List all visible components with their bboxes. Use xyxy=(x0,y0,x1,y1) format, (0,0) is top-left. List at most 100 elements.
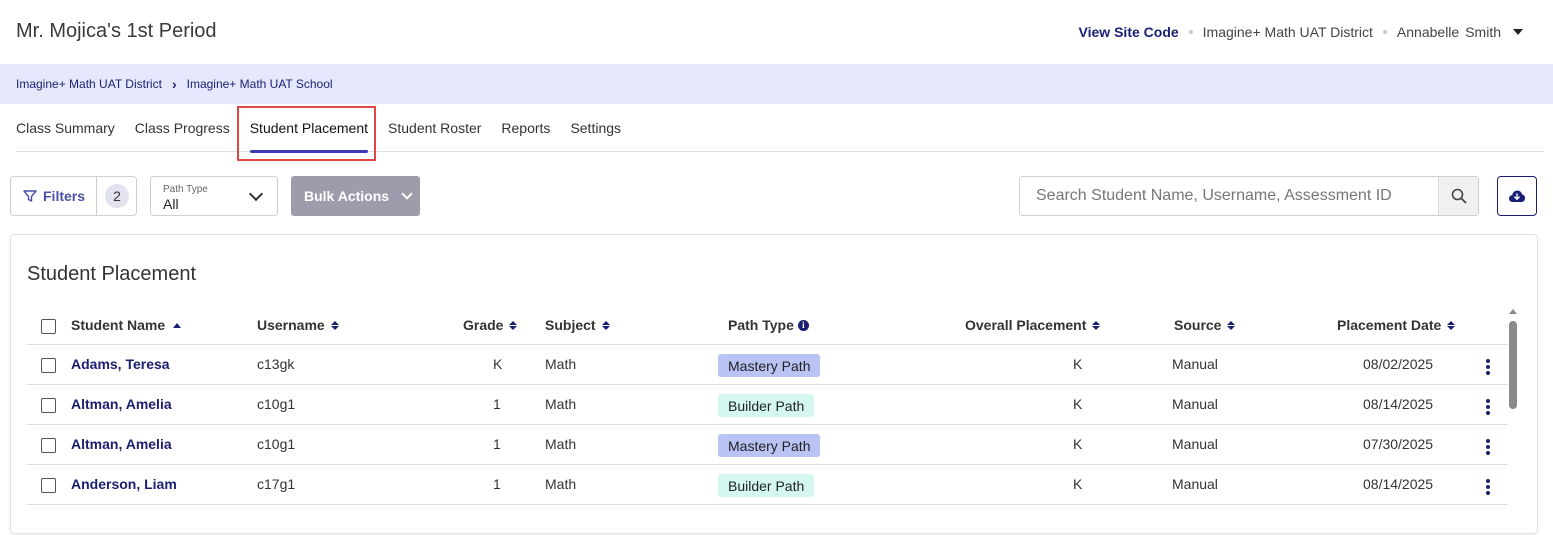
col-grade[interactable]: Grade xyxy=(463,317,518,333)
subject-cell: Math xyxy=(545,476,577,492)
more-actions-icon[interactable] xyxy=(1486,479,1490,495)
subject-cell: Math xyxy=(545,356,577,372)
vertical-scrollbar[interactable] xyxy=(1508,307,1518,535)
checkbox[interactable] xyxy=(41,478,56,493)
tab-class-progress[interactable]: Class Progress xyxy=(135,104,230,152)
source-cell: Manual xyxy=(1172,476,1218,492)
sort-icon xyxy=(1227,320,1236,330)
subject-cell: Math xyxy=(545,396,577,412)
tab-reports[interactable]: Reports xyxy=(501,104,550,152)
tab-student-roster[interactable]: Student Roster xyxy=(388,104,481,152)
student-name-link[interactable]: Adams, Teresa xyxy=(71,356,170,372)
breadcrumb-district[interactable]: Imagine+ Math UAT District xyxy=(16,77,162,91)
student-name-link[interactable]: Anderson, Liam xyxy=(71,476,177,492)
checkbox[interactable] xyxy=(41,358,56,373)
view-site-code-link[interactable]: View Site Code xyxy=(1079,24,1179,40)
path-type-badge: Builder Path xyxy=(718,474,815,497)
info-icon[interactable]: i xyxy=(797,319,809,331)
search-button[interactable] xyxy=(1438,177,1478,215)
col-path-type[interactable]: Path Type i xyxy=(728,317,809,333)
path-type-badge: Builder Path xyxy=(718,394,815,417)
col-overall-placement-label: Overall Placement xyxy=(965,317,1087,333)
sort-icon xyxy=(509,320,518,330)
funnel-icon xyxy=(23,190,37,202)
download-button[interactable] xyxy=(1497,176,1537,216)
card-title: Student Placement xyxy=(27,263,196,285)
col-placement-date[interactable]: Placement Date xyxy=(1337,317,1456,333)
col-grade-label: Grade xyxy=(463,317,504,333)
path-type-select[interactable]: Path Type All xyxy=(150,176,278,216)
table-row: Adams, Teresa c13gk K Math Mastery Path … xyxy=(27,345,1507,385)
col-student-name[interactable]: Student Name xyxy=(71,317,182,333)
search-icon xyxy=(1451,188,1466,204)
grade-cell: 1 xyxy=(493,396,501,412)
filters-label-wrap: Filters xyxy=(11,177,97,215)
user-last-name: Smith xyxy=(1465,24,1501,40)
filters-label: Filters xyxy=(43,188,86,204)
student-name-link[interactable]: Altman, Amelia xyxy=(71,396,172,412)
date-cell: 08/14/2025 xyxy=(1363,476,1434,492)
breadcrumb-school[interactable]: Imagine+ Math UAT School xyxy=(187,77,333,91)
separator-dot xyxy=(1188,30,1193,34)
tab-class-summary[interactable]: Class Summary xyxy=(16,104,115,152)
tab-bar: Class Summary Class Progress Student Pla… xyxy=(16,104,1544,153)
page-title: Mr. Mojica's 1st Period xyxy=(16,20,217,42)
search-input[interactable] xyxy=(1020,177,1438,215)
tab-student-placement[interactable]: Student Placement xyxy=(249,104,369,153)
select-all-checkbox[interactable] xyxy=(41,319,56,334)
checkbox[interactable] xyxy=(41,319,56,334)
table-row: Altman, Amelia c10g1 1 Math Builder Path… xyxy=(27,385,1507,425)
chevron-down-icon xyxy=(248,186,264,202)
date-cell: 08/02/2025 xyxy=(1363,356,1434,372)
more-actions-icon[interactable] xyxy=(1486,359,1490,375)
bulk-actions-button[interactable]: Bulk Actions xyxy=(291,176,420,216)
checkbox[interactable] xyxy=(41,438,56,453)
path-type-label: Path Type xyxy=(163,184,208,195)
checkbox[interactable] xyxy=(41,398,56,413)
breadcrumb: Imagine+ Math UAT District › Imagine+ Ma… xyxy=(0,64,1553,104)
col-subject[interactable]: Subject xyxy=(545,317,610,333)
col-username-label: Username xyxy=(257,317,325,333)
row-checkbox[interactable] xyxy=(41,438,56,456)
user-first-name: Annabelle xyxy=(1396,24,1460,40)
col-username[interactable]: Username xyxy=(257,317,339,333)
row-checkbox[interactable] xyxy=(41,398,56,416)
placement-cell: K xyxy=(1073,356,1083,372)
source-cell: Manual xyxy=(1172,436,1218,452)
placement-cell: K xyxy=(1073,436,1083,452)
separator-dot xyxy=(1382,30,1387,34)
scroll-up-arrow-icon[interactable] xyxy=(1509,309,1517,314)
more-actions-icon[interactable] xyxy=(1486,399,1490,415)
col-placement-date-label: Placement Date xyxy=(1337,317,1442,333)
subject-cell: Math xyxy=(545,436,577,452)
table-header: Student Name Username Grade Subject Path… xyxy=(27,307,1507,345)
col-source[interactable]: Source xyxy=(1174,317,1236,333)
cloud-download-icon xyxy=(1509,190,1525,202)
user-menu[interactable]: Annabelle Smith xyxy=(1397,24,1523,40)
bulk-actions-label: Bulk Actions xyxy=(304,188,390,204)
username-cell: c13gk xyxy=(257,356,295,372)
student-name-link[interactable]: Altman, Amelia xyxy=(71,436,172,452)
grade-cell: 1 xyxy=(493,436,501,452)
filters-button[interactable]: Filters 2 xyxy=(10,176,137,216)
scroll-thumb[interactable] xyxy=(1509,321,1517,409)
search-box xyxy=(1019,176,1479,216)
top-right-nav: View Site Code Imagine+ Math UAT Distric… xyxy=(1079,24,1523,40)
chevron-right-icon: › xyxy=(171,76,177,92)
sort-icon xyxy=(330,320,339,330)
username-cell: c10g1 xyxy=(257,436,296,452)
sort-icon xyxy=(1092,320,1101,330)
student-placement-card: Student Placement Student Name Username … xyxy=(10,234,1538,534)
placement-cell: K xyxy=(1073,476,1083,492)
tab-settings[interactable]: Settings xyxy=(570,104,621,152)
path-type-badge: Mastery Path xyxy=(718,434,821,457)
sort-icon xyxy=(1447,320,1456,330)
col-overall-placement[interactable]: Overall Placement xyxy=(965,317,1101,333)
username-cell: c10g1 xyxy=(257,396,296,412)
date-cell: 08/14/2025 xyxy=(1363,396,1434,412)
row-checkbox[interactable] xyxy=(41,478,56,496)
row-checkbox[interactable] xyxy=(41,358,56,376)
more-actions-icon[interactable] xyxy=(1486,439,1490,455)
grade-cell: K xyxy=(493,356,503,372)
path-type-value: All xyxy=(163,196,179,212)
